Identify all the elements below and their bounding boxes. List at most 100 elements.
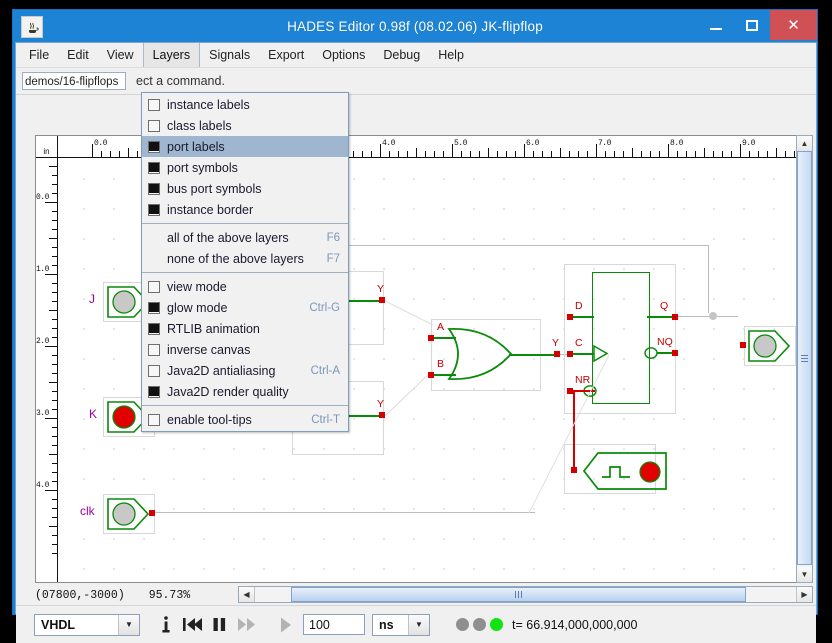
menu-item-label: Java2D antialiasing: [167, 363, 276, 378]
status-row: (07800,-3000) 95.73% ◀ ▶: [35, 586, 813, 604]
menu-help[interactable]: Help: [429, 43, 473, 67]
ruler-label: 9.0: [742, 139, 755, 148]
checkbox-unchecked-icon[interactable]: [148, 98, 160, 111]
menu-layers[interactable]: Layers: [142, 43, 201, 67]
checkbox-unchecked-icon[interactable]: [148, 413, 160, 426]
vertical-scroll-thumb[interactable]: [797, 151, 812, 565]
menu-item-class-labels[interactable]: class labels: [142, 115, 348, 136]
pin-dff-q[interactable]: [672, 314, 678, 320]
menu-signals[interactable]: Signals: [200, 43, 259, 67]
checkbox-unchecked-icon[interactable]: [148, 280, 160, 293]
checkbox-checked-icon[interactable]: ✓: [148, 385, 160, 398]
ruler-tick-minor: [551, 151, 552, 157]
checkbox-unchecked-icon[interactable]: [148, 343, 160, 356]
checkbox-unchecked-icon[interactable]: [148, 119, 160, 132]
ruler-corner-unit: in: [36, 136, 58, 158]
input-switch-clk[interactable]: [103, 494, 155, 534]
checkbox-checked-icon[interactable]: ✓: [148, 301, 160, 314]
menu-item-java2d-antialiasing[interactable]: Java2D antialiasing Ctrl-A: [142, 360, 348, 381]
ruler-tick-minor-v: [52, 508, 57, 509]
port-label-or-a: A: [437, 321, 445, 333]
ruler-tick-minor: [110, 151, 111, 157]
pause-icon[interactable]: [206, 612, 233, 638]
ruler-tick-major: [668, 144, 669, 157]
wire-dff-q: [647, 316, 675, 318]
menu-item-port-symbols[interactable]: ✓ port symbols: [142, 157, 348, 178]
maximize-button[interactable]: [734, 10, 770, 40]
fast-forward-icon[interactable]: [233, 612, 260, 638]
menu-item-instance-labels[interactable]: instance labels: [142, 94, 348, 115]
checkbox-checked-icon[interactable]: ✓: [148, 322, 160, 335]
menu-edit[interactable]: Edit: [58, 43, 98, 67]
ruler-tick-minor-v: [49, 166, 57, 167]
horizontal-scroll-thumb[interactable]: [291, 587, 746, 602]
menu-item-bus-port-symbols[interactable]: ✓ bus port symbols: [142, 178, 348, 199]
input-label-j: J: [89, 292, 95, 306]
horizontal-scrollbar[interactable]: ◀ ▶: [238, 586, 813, 603]
menu-separator: [142, 223, 348, 224]
wire-q-out: [678, 316, 738, 317]
menu-item-java2d-render-quality[interactable]: ✓ Java2D render quality: [142, 381, 348, 402]
scroll-right-arrow[interactable]: ▶: [796, 587, 812, 602]
info-icon[interactable]: [152, 612, 179, 638]
pin-clk-out[interactable]: [149, 510, 155, 516]
checkbox-unchecked-icon[interactable]: [148, 364, 160, 377]
menu-debug[interactable]: Debug: [374, 43, 429, 67]
menu-export[interactable]: Export: [259, 43, 313, 67]
menu-item-label: instance border: [167, 202, 254, 217]
ruler-tick-minor: [542, 151, 543, 157]
toolbar: demos/16-flipflops ect a command.: [16, 68, 816, 95]
play-icon[interactable]: [272, 612, 299, 638]
checkbox-checked-icon[interactable]: ✓: [148, 161, 160, 174]
ruler-tick-minor: [425, 151, 426, 157]
menu-options[interactable]: Options: [313, 43, 374, 67]
menu-file[interactable]: File: [20, 43, 58, 67]
ruler-tick-minor: [461, 151, 462, 157]
ruler-tick-minor: [479, 151, 480, 157]
menu-item-label: none of the above layers: [167, 251, 304, 266]
menu-item-label: view mode: [167, 279, 227, 294]
menu-item-rtlib-animation[interactable]: ✓ RTLIB animation: [142, 318, 348, 339]
ruler-tick-minor-v: [52, 355, 57, 356]
checkbox-checked-icon[interactable]: ✓: [148, 182, 160, 195]
menu-item-inverse-canvas[interactable]: inverse canvas: [142, 339, 348, 360]
cursor-coordinates: (07800,-3000): [35, 588, 125, 602]
ruler-tick-minor-v: [52, 409, 57, 410]
menu-item-enable-tool-tips[interactable]: enable tool-tips Ctrl-T: [142, 409, 348, 430]
simulation-toolbar: VHDL ▼ 100 ns ▼ t= 66.914,000,000,000: [16, 605, 816, 643]
menu-item-instance-border[interactable]: ✓ instance border: [142, 199, 348, 220]
ruler-tick-minor-v: [52, 481, 57, 482]
path-input[interactable]: demos/16-flipflops: [22, 72, 126, 90]
java-coffee-cup-icon: [21, 16, 43, 38]
menu-view[interactable]: View: [98, 43, 143, 67]
scroll-left-arrow[interactable]: ◀: [239, 587, 255, 602]
port-label-dff-d: D: [575, 300, 583, 312]
scroll-up-arrow[interactable]: ▲: [797, 136, 812, 151]
menu-item-view-mode[interactable]: view mode: [142, 276, 348, 297]
menu-item-label: class labels: [167, 118, 232, 133]
time-unit-select[interactable]: ns ▼: [372, 613, 430, 636]
pin-dff-nq[interactable]: [672, 350, 678, 356]
ruler-label: 7.0: [598, 139, 611, 148]
rewind-icon[interactable]: [179, 612, 206, 638]
routing-hint-lines: [489, 354, 610, 515]
checkbox-checked-icon[interactable]: ✓: [148, 203, 160, 216]
horizontal-scroll-track[interactable]: [255, 587, 796, 602]
output-led-q[interactable]: [744, 326, 796, 366]
menu-item-none-of-the-above-layers[interactable]: none of the above layers F7: [142, 248, 348, 269]
ruler-tick-major: [452, 144, 453, 157]
checkbox-checked-icon[interactable]: ✓: [148, 140, 160, 153]
vertical-scroll-track[interactable]: [797, 151, 812, 567]
minimize-button[interactable]: [698, 10, 734, 40]
ruler-tick-minor: [128, 148, 129, 157]
pin-q-led-in[interactable]: [740, 342, 746, 348]
vertical-scrollbar[interactable]: ▲ ▼: [796, 135, 813, 583]
scroll-down-arrow[interactable]: ▼: [797, 567, 812, 582]
menu-item-glow-mode[interactable]: ✓ glow mode Ctrl-G: [142, 297, 348, 318]
menu-item-all-of-the-above-layers[interactable]: all of the above layers F6: [142, 227, 348, 248]
layers-dropdown-menu[interactable]: instance labels class labels ✓ port labels ✓…: [141, 92, 349, 432]
menu-item-port-labels[interactable]: ✓ port labels: [142, 136, 348, 157]
language-select[interactable]: VHDL ▼: [34, 613, 140, 636]
ruler-tick-minor-v: [52, 391, 57, 392]
close-button[interactable]: ✕: [770, 10, 817, 40]
